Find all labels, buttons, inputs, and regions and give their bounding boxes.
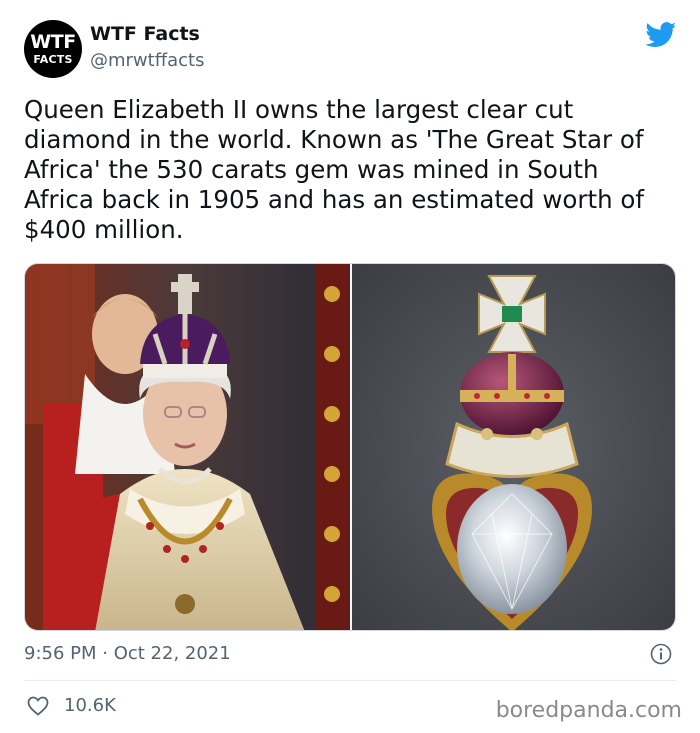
divider xyxy=(24,680,676,681)
queen-wearing-crown-photo[interactable] xyxy=(25,264,350,631)
avatar-text-facts: FACTS xyxy=(33,53,73,66)
twitter-bird-icon[interactable] xyxy=(645,22,677,48)
author-name[interactable]: WTF Facts xyxy=(90,23,200,45)
tweet-media[interactable] xyxy=(24,263,676,631)
tweet-text: Queen Elizabeth II owns the largest clea… xyxy=(24,95,645,244)
tweet-timestamp[interactable]: 9:56 PM · Oct 22, 2021 xyxy=(24,643,231,664)
avatar[interactable]: WTF FACTS xyxy=(24,20,82,78)
author-handle[interactable]: @mrwtffacts xyxy=(90,50,204,71)
heart-icon[interactable] xyxy=(26,694,50,718)
avatar-text-wtf: WTF xyxy=(30,31,76,53)
tweet-card: WTF FACTS WTF Facts @mrwtffacts Queen El… xyxy=(0,0,700,733)
great-star-of-africa-photo[interactable] xyxy=(352,264,676,631)
like-count: 10.6K xyxy=(64,695,116,716)
watermark: boredpanda.com xyxy=(495,698,682,723)
info-icon[interactable] xyxy=(650,643,672,665)
